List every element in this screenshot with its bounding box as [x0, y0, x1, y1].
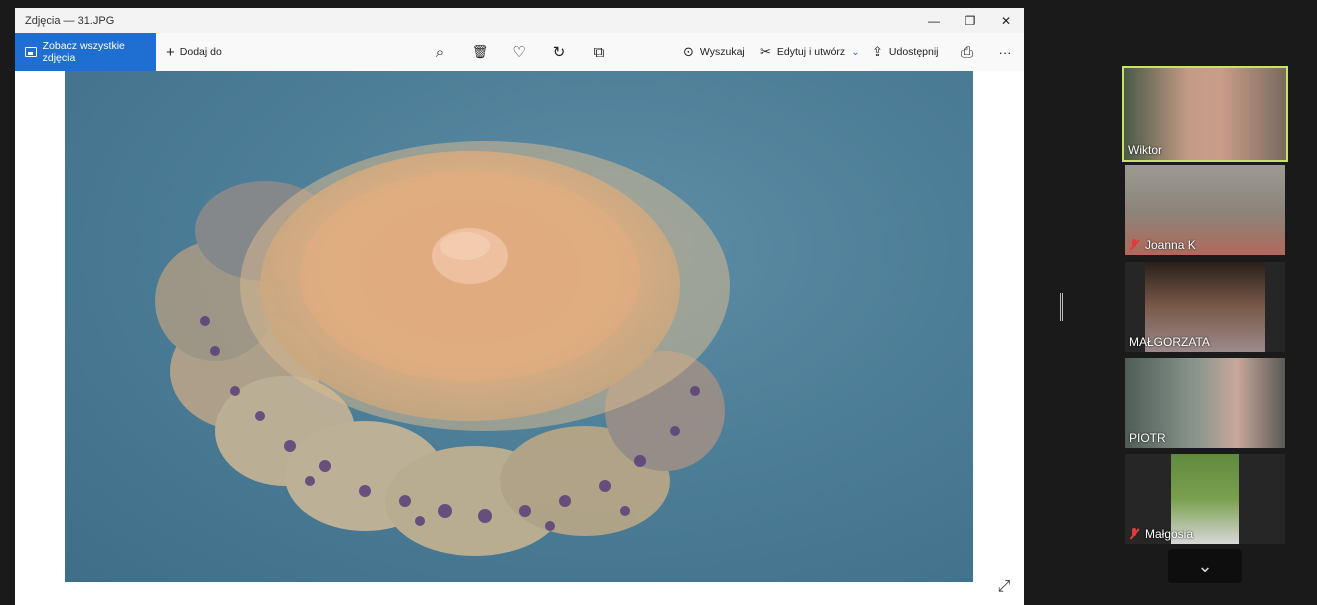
photo-viewer: ⤢ [15, 71, 1024, 605]
jellyfish-photo [65, 71, 973, 582]
participant-name: Małgosia [1129, 527, 1193, 541]
add-to-button[interactable]: + Dodaj do [166, 44, 222, 61]
close-button[interactable]: ✕ [988, 8, 1024, 33]
muted-mic-icon [1129, 239, 1139, 251]
delete-icon[interactable]: 🗑 [465, 33, 495, 71]
see-all-photos-button[interactable]: Zobacz wszystkie zdjęcia [15, 33, 156, 71]
screen: Zdjęcia — 31.JPG — ❐ ✕ Zobacz wszystkie … [0, 0, 1317, 605]
visual-search-icon: ⊙ [683, 44, 694, 59]
jellyfish-image [155, 141, 730, 556]
crop-icon[interactable]: ⧉ [584, 33, 614, 71]
favorite-icon[interactable]: ♡ [504, 33, 534, 71]
minimize-button[interactable]: — [916, 8, 952, 33]
edit-icon: ✂ [760, 44, 771, 59]
print-icon[interactable]: ⎙ [952, 33, 982, 71]
muted-mic-icon [1129, 528, 1139, 540]
share-button[interactable]: ⇪ Udostępnij [872, 33, 939, 71]
participant-name: PIOTR [1129, 431, 1166, 445]
see-all-photos-label: Zobacz wszystkie zdjęcia [42, 40, 125, 64]
search-button[interactable]: ⊙ Wyszukaj [683, 33, 745, 71]
plus-icon: + [166, 43, 175, 61]
participant-tile-piotr[interactable]: PIOTR [1125, 358, 1285, 448]
photos-icon [25, 47, 37, 57]
window-title: Zdjęcia — 31.JPG [25, 14, 115, 27]
edit-create-button[interactable]: ✂ Edytuj i utwórz ⌄ [760, 33, 860, 71]
participant-name: MAŁGORZATA [1129, 335, 1210, 349]
zoom-icon[interactable]: ⌕ [425, 33, 455, 71]
add-to-label: Dodaj do [179, 46, 222, 58]
participant-name: Wiktor [1128, 143, 1162, 157]
share-icon: ⇪ [872, 44, 883, 59]
photos-window: Zdjęcia — 31.JPG — ❐ ✕ Zobacz wszystkie … [15, 8, 1024, 605]
chevron-down-icon: ⌄ [851, 46, 860, 58]
participant-tile-malgorzata[interactable]: MAŁGORZATA [1125, 262, 1285, 352]
fullscreen-icon[interactable]: ⤢ [994, 577, 1014, 597]
participant-tile-malgosia[interactable]: Małgosia [1125, 454, 1285, 544]
edit-create-label: Edytuj i utwórz [776, 46, 846, 58]
title-bar: Zdjęcia — 31.JPG — ❐ ✕ [15, 8, 1024, 33]
rotate-icon[interactable]: ↻ [544, 33, 574, 71]
scroll-down-button[interactable]: ⌄ [1168, 549, 1242, 583]
share-label: Udostępnij [888, 46, 939, 58]
participant-tile-joanna[interactable]: Joanna K [1125, 165, 1285, 255]
participant-name: Joanna K [1129, 238, 1196, 252]
search-label: Wyszukaj [699, 46, 745, 58]
participant-tile-wiktor[interactable]: Wiktor [1122, 66, 1288, 162]
more-options-button[interactable]: ··· [990, 33, 1020, 71]
panel-resize-handle[interactable] [1060, 293, 1063, 321]
maximize-button[interactable]: ❐ [952, 8, 988, 33]
